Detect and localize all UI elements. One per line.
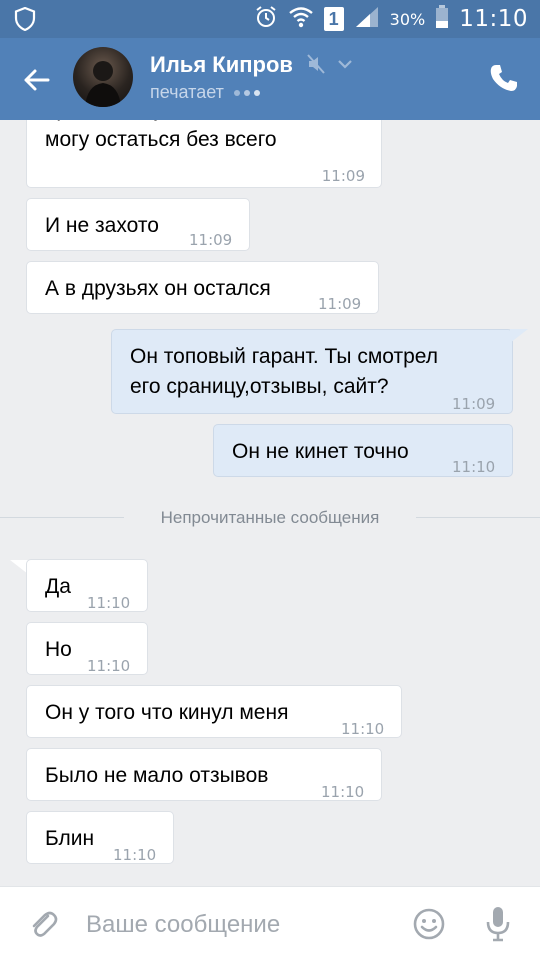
message-text: пришел в чувство что снять могу остаться…	[45, 120, 315, 151]
typing-indicator: печатает	[150, 82, 260, 103]
message-bubble-incoming[interactable]: Блин 11:10	[26, 811, 174, 864]
message-text: Блин	[45, 827, 95, 850]
message-time: 11:10	[113, 846, 157, 864]
back-button[interactable]	[14, 58, 58, 102]
message-bubble-incoming[interactable]: Он у того что кинул меня 11:10	[26, 685, 402, 738]
mute-icon	[306, 53, 326, 75]
battery-icon	[435, 4, 449, 34]
battery-percent: 30%	[389, 9, 426, 29]
message-time: 11:10	[87, 657, 131, 675]
wifi-icon	[288, 5, 314, 34]
back-arrow-icon	[24, 69, 50, 91]
paperclip-icon[interactable]	[26, 907, 60, 941]
message-text: Было не мало отзывов	[45, 764, 269, 787]
message-bubble-incoming[interactable]: Но 11:10	[26, 622, 148, 675]
message-bubble-incoming[interactable]: Да 11:10	[26, 559, 148, 612]
call-button[interactable]	[488, 62, 520, 94]
chat-header: Илья Кипров печатает	[0, 38, 540, 120]
contact-name[interactable]: Илья Кипров	[150, 52, 293, 78]
typing-status: печатает	[150, 82, 224, 102]
clock: 11:10	[459, 6, 528, 32]
message-bubble-incoming[interactable]: И не захото 11:09	[26, 198, 250, 251]
message-time: 11:10	[87, 594, 131, 612]
message-time: 11:09	[452, 395, 496, 413]
message-composer	[0, 886, 540, 960]
message-bubble-incoming[interactable]: пришел в чувство что снять могу остаться…	[26, 120, 382, 188]
avatar[interactable]	[73, 47, 133, 107]
signal-icon	[354, 5, 380, 34]
message-bubble-outgoing[interactable]: Он не кинет точно 11:10	[213, 424, 513, 477]
sim-icon: 1	[323, 7, 344, 31]
microphone-icon[interactable]	[484, 905, 512, 943]
message-time: 11:10	[321, 783, 365, 801]
message-text: А в друзьях он остался	[45, 277, 271, 300]
message-time: 11:09	[318, 295, 362, 313]
typing-dots	[233, 89, 260, 96]
bubble-tail	[510, 329, 528, 343]
message-time: 11:09	[189, 231, 233, 249]
shield-icon	[14, 6, 36, 32]
message-bubble-incoming[interactable]: А в друзьях он остался 11:09	[26, 261, 379, 314]
message-time: 11:10	[452, 458, 496, 476]
message-text: И не захото	[45, 214, 159, 237]
message-text: Но	[45, 638, 72, 661]
phone-icon	[490, 65, 517, 91]
unread-divider: Непрочитанные сообщения	[0, 508, 540, 528]
message-text: Да	[45, 575, 71, 598]
message-bubble-outgoing[interactable]: Он топовый гарант. Ты смотрел его сраниц…	[111, 329, 513, 414]
alarm-icon	[254, 5, 278, 34]
message-time: 11:09	[321, 167, 365, 185]
message-list[interactable]: пришел в чувство что снять могу остаться…	[0, 120, 540, 886]
message-bubble-incoming[interactable]: Было не мало отзывов 11:10	[26, 748, 382, 801]
message-text: Он топовый гарант. Ты смотрел его сраниц…	[130, 345, 439, 398]
status-bar: 1 30% 11:10	[0, 0, 540, 38]
smiley-icon[interactable]	[412, 907, 446, 941]
message-input[interactable]	[86, 905, 386, 945]
message-time: 11:10	[341, 720, 385, 738]
message-text: Он не кинет точно	[232, 440, 409, 463]
unread-label: Непрочитанные сообщения	[160, 508, 380, 527]
chevron-down-icon[interactable]	[336, 57, 354, 71]
message-text: Он у того что кинул меня	[45, 701, 289, 724]
